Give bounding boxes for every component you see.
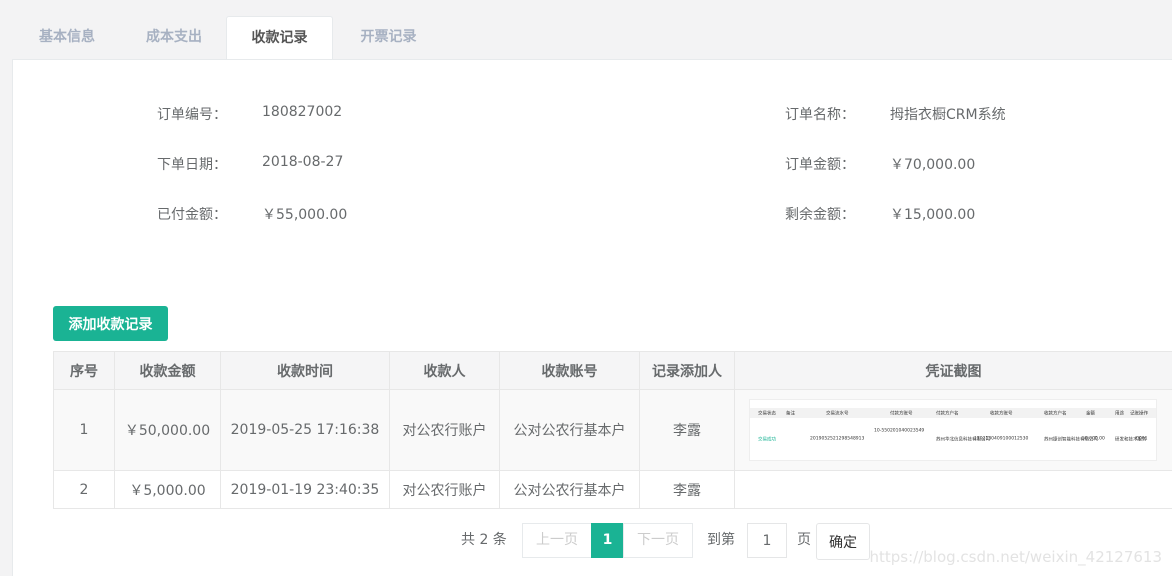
cell-time: 2019-05-25 17:16:38	[220, 389, 390, 471]
page-unit-label: 页	[797, 532, 811, 548]
cell-amount: ￥5,000.00	[114, 470, 221, 509]
voucher-col: 交易流水号	[826, 410, 849, 417]
voucher-cell: 0001	[1136, 436, 1148, 442]
voucher-cell: 20190525212985489​13	[810, 436, 865, 442]
voucher-col: 付款方户名	[936, 410, 959, 417]
order-no-label: 订单编号：	[157, 107, 227, 123]
table-row[interactable]: 1 ￥50,000.00 2019-05-25 17:16:38 对公农行账户 …	[53, 389, 1172, 471]
col-header-account[interactable]: 收款账号	[499, 351, 640, 390]
add-payment-record-button[interactable]: 添加收款记录	[53, 306, 168, 341]
paid-amount-label: 已付金额：	[157, 207, 227, 223]
voucher-cell: 10-550201040023549	[874, 428, 925, 434]
cell-added-by: 李露	[639, 389, 735, 471]
voucher-screenshot-image[interactable]: 交易状态 备注 交易流水号 付款方账号 付款方户名 收款方账号 收款方户名 金额…	[749, 399, 1157, 461]
order-no-value: 180827002	[262, 104, 343, 120]
col-header-amount[interactable]: 收款金额	[114, 351, 221, 390]
remaining-amount-label: 剩余金额：	[785, 207, 855, 223]
voucher-cell: 50,000.00	[1082, 436, 1105, 442]
table-header-row: 序号 收款金额 收款时间 收款人 收款账号 记录添加人 凭证截图	[53, 351, 1172, 390]
voucher-col: 备注	[786, 410, 796, 417]
voucher-cell: 交易成功	[758, 436, 777, 443]
table-row[interactable]: 2 ￥5,000.00 2019-01-19 23:40:35 对公农行账户 公…	[53, 470, 1172, 509]
cell-voucher: 交易状态 备注 交易流水号 付款方账号 付款方户名 收款方账号 收款方户名 金额…	[734, 389, 1172, 471]
cell-payee: 对公农行账户	[389, 470, 500, 509]
order-name-label: 订单名称：	[785, 107, 855, 123]
cell-account: 公对公农行基本户	[499, 470, 640, 509]
pagination-total: 共 2 条	[461, 532, 507, 548]
cell-time: 2019-01-19 23:40:35	[220, 470, 390, 509]
col-header-time[interactable]: 收款时间	[220, 351, 390, 390]
cell-amount: ￥50,000.00	[114, 389, 221, 471]
page-1-button[interactable]: 1	[591, 523, 624, 558]
goto-page-input[interactable]	[747, 523, 787, 558]
col-header-index[interactable]: 序号	[53, 351, 115, 390]
voucher-col: 收款方户名	[1044, 410, 1067, 417]
col-header-added-by[interactable]: 记录添加人	[639, 351, 735, 390]
cell-index: 1	[53, 389, 115, 471]
cell-index: 2	[53, 470, 115, 509]
order-date-value: 2018-08-27	[262, 154, 344, 170]
cell-payee: 对公农行账户	[389, 389, 500, 471]
voucher-col: 付款方账号	[890, 410, 913, 417]
col-header-voucher[interactable]: 凭证截图	[734, 351, 1172, 390]
tab-bar: 基本信息 成本支出 收款记录 开票记录	[12, 16, 1172, 60]
payment-records-table: 序号 收款金额 收款时间 收款人 收款账号 记录添加人 凭证截图 1 ￥50,0…	[53, 351, 1172, 509]
cell-voucher	[734, 470, 1172, 509]
tab-cost-expense[interactable]: 成本支出	[122, 16, 226, 59]
paid-amount-value: ￥55,000.00	[262, 207, 348, 223]
order-amount-value: ￥70,000.00	[890, 157, 976, 173]
voucher-col: 交易状态	[758, 410, 777, 417]
tab-payment-records[interactable]: 收款记录	[226, 16, 333, 60]
voucher-cell: 110213040910001253​0	[974, 436, 1029, 442]
voucher-col: 用途	[1115, 410, 1125, 417]
order-name-value: 拇指衣橱CRM系统	[890, 107, 1006, 123]
tab-basic-info[interactable]: 基本信息	[12, 16, 122, 59]
cell-account: 公对公农行基本户	[499, 389, 640, 471]
col-header-payee[interactable]: 收款人	[389, 351, 500, 390]
goto-page-label: 到第	[707, 532, 735, 548]
remaining-amount-value: ￥15,000.00	[890, 207, 976, 223]
order-amount-label: 订单金额：	[785, 157, 855, 173]
prev-page-button[interactable]: 上一页	[522, 523, 592, 558]
goto-page-confirm-button[interactable]: 确定	[816, 523, 870, 560]
voucher-col: 金额	[1086, 410, 1096, 417]
voucher-col: 记账操作	[1130, 410, 1149, 417]
watermark: https://blog.csdn.net/weixin_42127613	[869, 548, 1162, 566]
next-page-button[interactable]: 下一页	[623, 523, 693, 558]
order-date-label: 下单日期：	[157, 157, 227, 173]
cell-added-by: 李露	[639, 470, 735, 509]
voucher-col: 收款方账号	[990, 410, 1013, 417]
tab-invoice-records[interactable]: 开票记录	[333, 16, 444, 59]
